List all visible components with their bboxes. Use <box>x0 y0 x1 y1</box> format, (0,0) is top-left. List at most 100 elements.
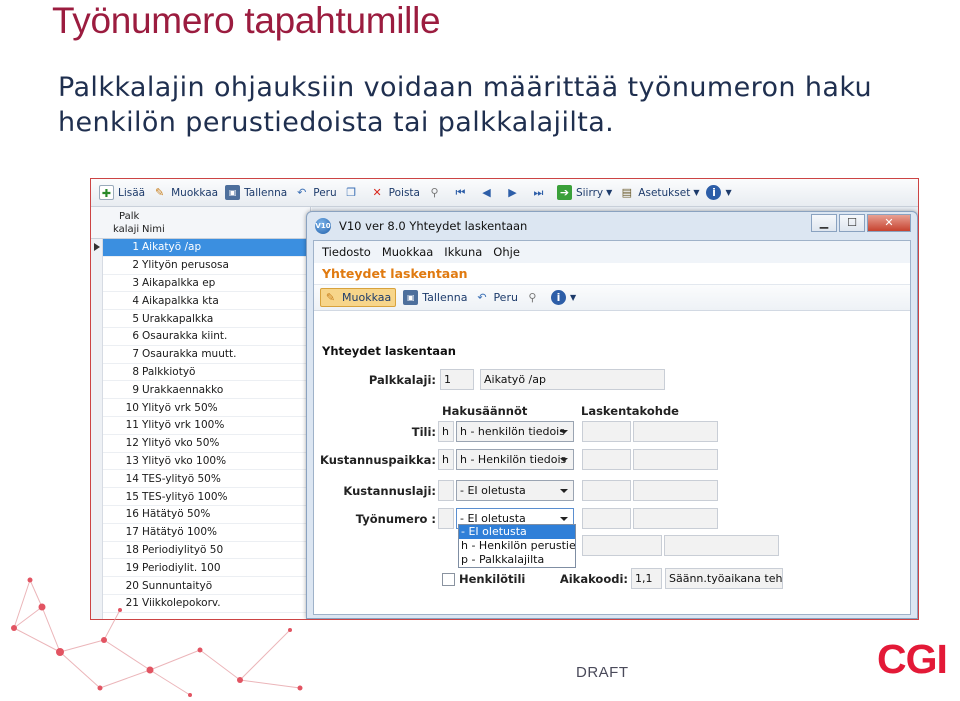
table-row[interactable]: 15 TES-ylityö 100% <box>103 488 309 506</box>
first-button[interactable]: ⏮ <box>453 185 472 200</box>
extra-target-code[interactable] <box>582 535 662 556</box>
aikakoodi-name-field[interactable]: Säänn.työaikana tehty <box>665 568 783 589</box>
kustannuspaikka-target-code[interactable] <box>582 449 631 470</box>
kustannuslaji-target-name[interactable] <box>633 480 718 501</box>
kustannuspaikka-target-name[interactable] <box>633 449 718 470</box>
table-row[interactable]: 7 Osaurakka muutt. <box>103 346 309 364</box>
grid-header-nimi[interactable]: Nimi <box>142 224 165 235</box>
henkilotili-label: Henkilötili <box>459 572 526 586</box>
settings-icon: ▤ <box>621 186 632 199</box>
dropdown-option-ei-oletusta[interactable]: - EI oletusta <box>459 525 575 539</box>
tili-target-name[interactable] <box>633 421 718 442</box>
tyonumero-target-code[interactable] <box>582 508 631 529</box>
table-row[interactable]: 14 TES-ylityö 50% <box>103 470 309 489</box>
chevron-down-icon[interactable] <box>560 489 568 493</box>
dialog-edit-button[interactable]: ✎ Muokkaa <box>320 288 397 307</box>
menu-tiedosto[interactable]: Tiedosto <box>322 245 371 259</box>
kustannuspaikka-code-field[interactable]: h <box>438 449 454 470</box>
table-row[interactable]: 12 Ylityö vko 50% <box>103 435 309 453</box>
table-row[interactable]: 18 Periodiylityö 50 <box>103 542 309 560</box>
delete-icon: ✕ <box>372 186 382 199</box>
dialog-toolbar: ✎ Muokkaa ▣ Tallenna ↶ Peru ⚲ i ▼ <box>314 285 910 311</box>
edit-icon: ✎ <box>325 291 336 304</box>
settings-button[interactable]: ▤ Asetukset ▼ <box>619 185 700 200</box>
dialog-window: V10 V10 ver 8.0 Yhteydet laskentaan ▁ ☐ … <box>306 211 918 619</box>
draft-label: DRAFT <box>576 664 629 681</box>
tyonumero-code-field[interactable] <box>438 508 454 529</box>
tyonumero-target-name[interactable] <box>633 508 718 529</box>
chevron-down-icon[interactable] <box>560 430 568 434</box>
palkkalaji-name-field[interactable]: Aikatyö /ap <box>480 369 665 390</box>
table-row[interactable]: 17 Hätätyö 100% <box>103 524 309 542</box>
copy-button[interactable]: ❐ <box>344 185 363 200</box>
row-name: Urakkapalkka <box>142 312 214 325</box>
grid-header-kalaji[interactable]: kalaji <box>113 224 139 235</box>
tili-code-field[interactable]: h <box>438 421 454 442</box>
dialog-search-button[interactable]: ⚲ <box>525 290 544 305</box>
section-title: Yhteydet laskentaan <box>322 344 456 358</box>
table-row[interactable]: 3 Aikapalkka ep <box>103 275 309 293</box>
dialog-title: V10 ver 8.0 Yhteydet laskentaan <box>339 219 528 233</box>
row-name: TES-ylityö 50% <box>142 472 221 485</box>
table-row[interactable]: 5 Urakkapalkka <box>103 310 309 328</box>
row-number: 17 <box>125 526 139 539</box>
table-row[interactable]: 16 Hätätyö 50% <box>103 506 309 524</box>
kustannuslaji-code-field[interactable] <box>438 480 454 501</box>
add-button[interactable]: ✚ Lisää <box>99 185 145 200</box>
table-row[interactable]: 13 Ylityö vko 100% <box>103 453 309 471</box>
henkilotili-checkbox[interactable] <box>442 573 455 586</box>
dialog-save-button[interactable]: ▣ Tallenna <box>403 290 467 305</box>
table-row[interactable]: 1 Aikatyö /ap <box>103 239 309 257</box>
chevron-down-icon[interactable] <box>560 458 568 462</box>
row-number: 11 <box>125 419 139 432</box>
close-button[interactable]: ✕ <box>867 214 911 232</box>
table-row[interactable]: 9 Urakkaennakko <box>103 381 309 400</box>
minimize-button[interactable]: ▁ <box>811 214 837 232</box>
prev-button[interactable]: ◀ <box>479 185 498 200</box>
last-icon: ⏭ <box>533 186 544 199</box>
tili-target-code[interactable] <box>582 421 631 442</box>
table-row[interactable]: 8 Palkkiotyö <box>103 364 309 382</box>
tili-label: Tili: <box>411 425 436 439</box>
kustannuslaji-target-code[interactable] <box>582 480 631 501</box>
help-button[interactable]: i ▼ <box>706 185 732 200</box>
delete-button[interactable]: ✕ Poista <box>370 185 420 200</box>
aikakoodi-code-field[interactable]: 1,1 <box>631 568 662 589</box>
table-row[interactable]: 6 Osaurakka kiint. <box>103 328 309 346</box>
menu-ikkuna[interactable]: Ikkuna <box>444 245 482 259</box>
menu-ohje[interactable]: Ohje <box>493 245 520 259</box>
tili-combo[interactable]: h - henkilön tiedois <box>456 421 574 442</box>
dialog-help-button[interactable]: i ▼ <box>550 290 576 305</box>
table-row[interactable]: 10 Ylityö vrk 50% <box>103 399 309 417</box>
kustannuslaji-combo[interactable]: - EI oletusta <box>456 480 574 501</box>
dropdown-option-henkilon-perustiedot[interactable]: h - Henkilön perustiedo <box>459 539 575 553</box>
main-toolbar: ✚ Lisää ✎ Muokkaa ▣ Tallenna ↶ Peru ❐ ✕ Poist… <box>91 179 918 207</box>
table-row[interactable]: 11 Ylityö vrk 100% <box>103 417 309 435</box>
next-button[interactable]: ▶ <box>505 185 524 200</box>
row-number: 16 <box>125 508 139 521</box>
dropdown-option-palkkalajilta[interactable]: p - Palkkalajilta <box>459 553 575 567</box>
kustannuspaikka-combo[interactable]: h - Henkilön tiedois <box>456 449 574 470</box>
row-number: 8 <box>132 365 139 378</box>
table-row[interactable]: 4 Aikapalkka kta <box>103 292 309 311</box>
move-button[interactable]: ➔ Siirry ▼ <box>556 185 613 200</box>
chevron-down-icon[interactable] <box>560 517 568 521</box>
row-name: Periodiylityö 50 <box>142 543 224 556</box>
last-button[interactable]: ⏭ <box>531 185 550 200</box>
dialog-cancel-button[interactable]: ↶ Peru <box>474 290 518 305</box>
edit-button[interactable]: ✎ Muokkaa <box>152 185 218 200</box>
grid-header-palk[interactable]: Palk <box>119 211 139 222</box>
dialog-titlebar[interactable]: V10 V10 ver 8.0 Yhteydet laskentaan ▁ ☐ … <box>307 212 917 240</box>
chevron-down-icon: ▼ <box>606 188 613 197</box>
pay-type-grid: Palk kalaji Nimi 1 Aikatyö /ap 2 Ylityön pe… <box>91 207 311 619</box>
palkkalaji-code-field[interactable]: 1 <box>440 369 474 390</box>
cancel-button[interactable]: ↶ Peru <box>294 185 337 200</box>
search-button[interactable]: ⚲ <box>427 185 446 200</box>
menu-muokkaa[interactable]: Muokkaa <box>382 245 433 259</box>
save-button[interactable]: ▣ Tallenna <box>225 185 287 200</box>
extra-target-name[interactable] <box>664 535 779 556</box>
maximize-button[interactable]: ☐ <box>839 214 865 232</box>
kustannuspaikka-label: Kustannuspaikka: <box>320 453 436 467</box>
table-row[interactable]: 2 Ylityön perusosa <box>103 257 309 275</box>
row-name: Hätätyö 100% <box>142 526 217 539</box>
